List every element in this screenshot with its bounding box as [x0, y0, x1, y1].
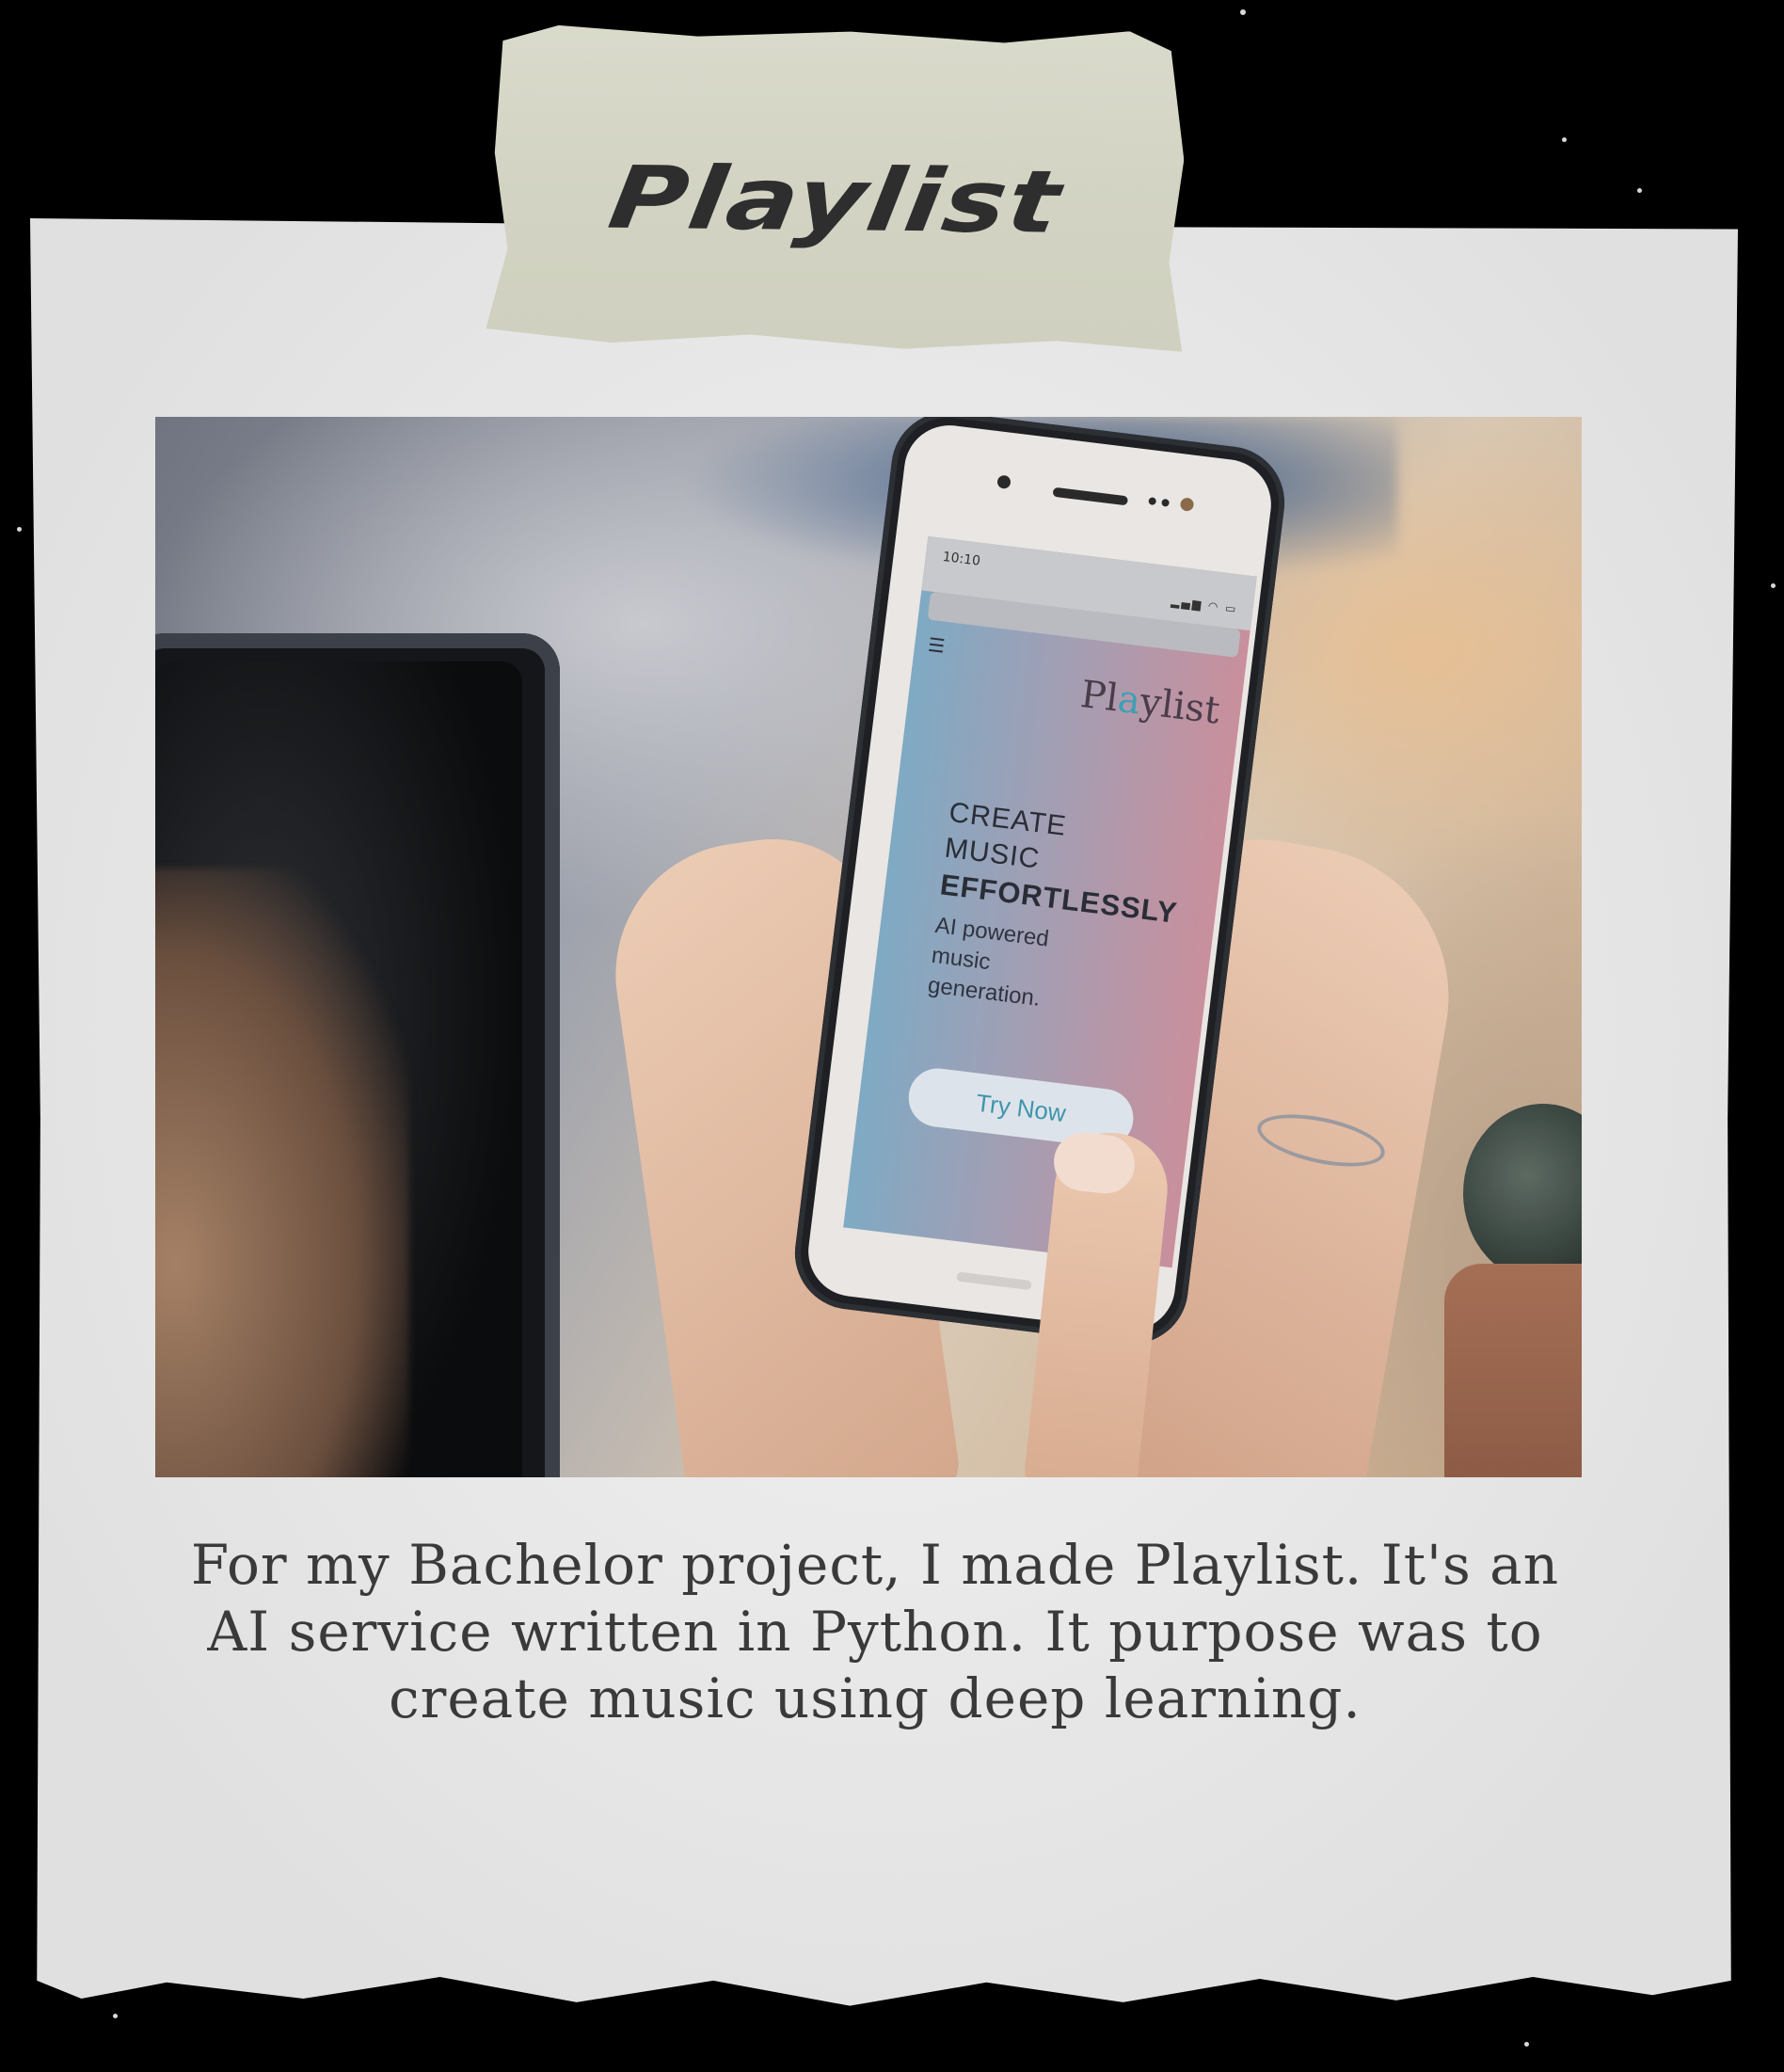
- hair: [155, 869, 409, 1477]
- earpiece-speaker: [1052, 486, 1129, 506]
- camera-lens-icon: [1179, 497, 1195, 512]
- site-logo: Playlist: [1078, 673, 1222, 733]
- cactus-plant: [1444, 1104, 1582, 1477]
- background-speck: [1771, 583, 1776, 588]
- logo-text: ylist: [1138, 679, 1222, 733]
- background-speck: [113, 2014, 118, 2018]
- hero-section: CREATE MUSIC EFFORTLESSLY AI powered mus…: [926, 795, 1188, 1029]
- card-caption: For my Bachelor project, I made Playlist…: [190, 1533, 1560, 1730]
- signal-wifi-battery-icon: ▂▄▆ ◠ ▭: [1170, 594, 1239, 616]
- status-time: 10:10: [941, 549, 981, 569]
- sensor-icon: [1161, 498, 1171, 507]
- cactus: [1463, 1104, 1582, 1283]
- plant-pot: [1444, 1264, 1582, 1477]
- background-speck: [1524, 2042, 1529, 2047]
- home-button[interactable]: [956, 1271, 1032, 1291]
- front-camera-icon: [996, 474, 1011, 490]
- background-speck: [1240, 9, 1246, 15]
- tape-label: Playlist: [486, 24, 1186, 352]
- card-title: Playlist: [602, 148, 1069, 253]
- logo-text: Pl: [1077, 673, 1121, 721]
- background-speck: [1637, 188, 1642, 193]
- menu-icon[interactable]: ☰: [927, 633, 947, 658]
- background-speck: [17, 527, 22, 532]
- project-photo: 10:10 ▂▄▆ ◠ ▭ ☰ Playlist CREATE MUSIC EF…: [155, 417, 1582, 1477]
- hero-subtitle: AI powered music generation.: [926, 912, 1051, 1012]
- background-speck: [1562, 137, 1567, 142]
- sensor-icon: [1148, 497, 1157, 506]
